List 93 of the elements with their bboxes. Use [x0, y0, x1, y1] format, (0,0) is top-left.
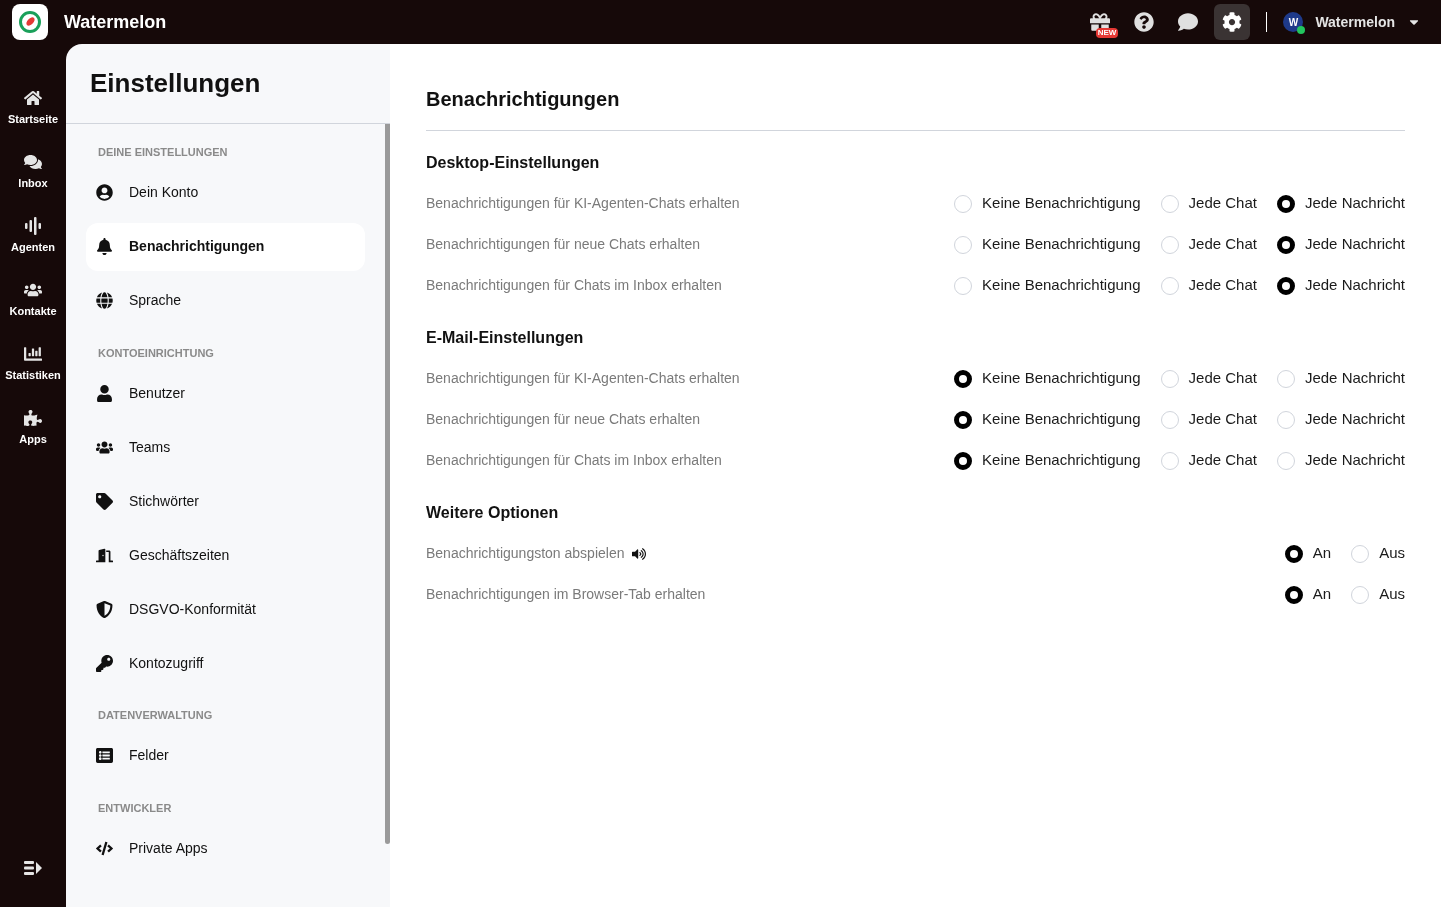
radio-option[interactable]: Jede Nachricht	[1276, 449, 1405, 472]
radio-button[interactable]	[1284, 585, 1303, 604]
section-heading: DATENVERWALTUNG	[97, 708, 214, 723]
setting-label: Benachrichtigungen im Browser-Tab erhalten	[426, 585, 706, 604]
user-menu[interactable]: W Watermelon	[1283, 11, 1421, 33]
settings-menu-item[interactable]: Kontozugriff	[86, 639, 365, 687]
settings-menu-item[interactable]: Benachrichtigungen	[86, 222, 365, 271]
section-heading: KONTOEINRICHTUNG	[97, 345, 215, 361]
radio-option[interactable]: Jede Nachricht	[1276, 408, 1405, 431]
radio-button[interactable]	[954, 410, 973, 429]
settings-menu-item[interactable]: Stichwörter	[86, 477, 365, 525]
speaker-icon	[632, 546, 647, 561]
scrollbar[interactable]	[385, 124, 390, 844]
section-heading: ENTWICKLER	[97, 800, 173, 816]
settings-menu-item[interactable]: Private Apps	[86, 824, 365, 872]
setting-label: Benachrichtigungen für KI-Agenten-Chats erhalten	[426, 369, 740, 388]
page-title: Benachrichtigungen	[426, 84, 1405, 131]
radio-option[interactable]: Keine Benachrichtigung	[954, 367, 1141, 390]
radio-button[interactable]	[1276, 194, 1295, 213]
section-title: Desktop-Einstellungen	[426, 153, 601, 173]
radio-option[interactable]: Jede Chat	[1160, 274, 1257, 297]
key-icon	[96, 654, 113, 672]
radio-button[interactable]	[1284, 544, 1303, 563]
radio-option[interactable]: Jede Nachricht	[1276, 274, 1405, 297]
radio-option[interactable]: Keine Benachrichtigung	[954, 408, 1141, 431]
radio-option[interactable]: Jede Chat	[1160, 367, 1257, 390]
shield-icon	[96, 600, 113, 618]
radio-option[interactable]: An	[1284, 542, 1332, 565]
user-icon	[96, 384, 113, 402]
settings-icon	[1222, 12, 1243, 32]
watermelon-logo-icon	[18, 10, 42, 34]
radio-button[interactable]	[1276, 235, 1295, 254]
radio-option[interactable]: Aus	[1351, 542, 1405, 565]
settings-menu-item[interactable]: Geschäftszeiten	[86, 531, 365, 579]
code-window-icon	[96, 839, 113, 857]
nav-item[interactable]: Apps	[0, 396, 66, 460]
nav-item[interactable]: Kontakte	[0, 268, 66, 332]
globe-icon	[96, 292, 113, 309]
setting-label: Benachrichtigungen für Chats im Inbox erhalten	[426, 451, 722, 470]
bar-chart-icon	[24, 344, 42, 363]
list-icon	[96, 747, 113, 764]
help-icon	[1134, 12, 1155, 32]
gift-icon	[1090, 12, 1111, 32]
setting-label: Benachrichtigungen für KI-Agenten-Chats erhalten	[426, 194, 740, 213]
radio-option[interactable]: Jede Nachricht	[1276, 367, 1405, 390]
radio-option[interactable]: Jede Chat	[1160, 408, 1257, 431]
nav-item[interactable]: Startseite	[0, 76, 66, 140]
radio-option[interactable]: Aus	[1351, 583, 1405, 606]
radio-option[interactable]: Keine Benachrichtigung	[954, 274, 1141, 297]
settings-menu-item[interactable]: Dein Konto	[86, 168, 365, 217]
setting-label: Benachrichtigungen für Chats im Inbox erhalten	[426, 276, 722, 295]
settings-menu-item[interactable]: DSGVO-Konformität	[86, 585, 365, 633]
section-heading: DEINE EINSTELLUNGEN	[97, 145, 229, 160]
radio-option[interactable]: Jede Chat	[1160, 233, 1257, 256]
notification-icon	[96, 238, 113, 255]
setting-label: Benachrichtigungen für neue Chats erhalten	[426, 410, 700, 429]
home-icon	[24, 88, 42, 107]
radio-button[interactable]	[954, 451, 973, 470]
radio-option[interactable]: Jede Nachricht	[1276, 192, 1405, 215]
radio-option[interactable]: Keine Benachrichtigung	[954, 449, 1141, 472]
nav-item[interactable]: Agenten	[0, 204, 66, 268]
radio-button[interactable]	[1276, 276, 1295, 295]
setting-label: Benachrichtigungen für neue Chats erhalten	[426, 235, 700, 254]
radio-option[interactable]: Jede Chat	[1160, 449, 1257, 472]
settings-title: Einstellungen	[90, 67, 261, 100]
user-name: Watermelon	[1315, 12, 1395, 32]
settings-menu-item[interactable]: Sprache	[86, 276, 365, 325]
radio-button[interactable]	[954, 369, 973, 388]
expand-menu-icon[interactable]	[24, 861, 42, 875]
section-title: E-Mail-Einstellungen	[426, 328, 585, 348]
settings-menu-item[interactable]: Felder	[86, 731, 365, 780]
chat-bubbles-icon	[24, 152, 42, 171]
nav-item[interactable]: Inbox	[0, 140, 66, 204]
radio-option[interactable]: An	[1284, 583, 1332, 606]
user-avatar: W	[1283, 12, 1304, 32]
app-logo[interactable]	[12, 4, 48, 40]
gift-button[interactable]: NEW	[1082, 4, 1119, 40]
radio-option[interactable]: Keine Benachrichtigung	[954, 233, 1141, 256]
radio-option[interactable]: Keine Benachrichtigung	[954, 192, 1141, 215]
puzzle-icon	[24, 408, 42, 427]
section-title: Weitere Optionen	[426, 503, 560, 523]
nav-item[interactable]: Statistiken	[0, 332, 66, 396]
settings-menu-item[interactable]: Teams	[86, 423, 365, 471]
bars-icon	[24, 216, 42, 235]
settings-menu-item[interactable]: Benutzer	[86, 369, 365, 417]
setting-label: Benachrichtigungston abspielen	[426, 544, 625, 563]
settings-button[interactable]	[1214, 4, 1251, 40]
chat-icon	[1178, 12, 1199, 32]
tag-icon	[96, 492, 113, 510]
new-badge: NEW	[1095, 28, 1119, 38]
radio-option[interactable]: Jede Nachricht	[1276, 233, 1405, 256]
radio-option[interactable]: Jede Chat	[1160, 192, 1257, 215]
app-name: Watermelon	[64, 10, 167, 34]
